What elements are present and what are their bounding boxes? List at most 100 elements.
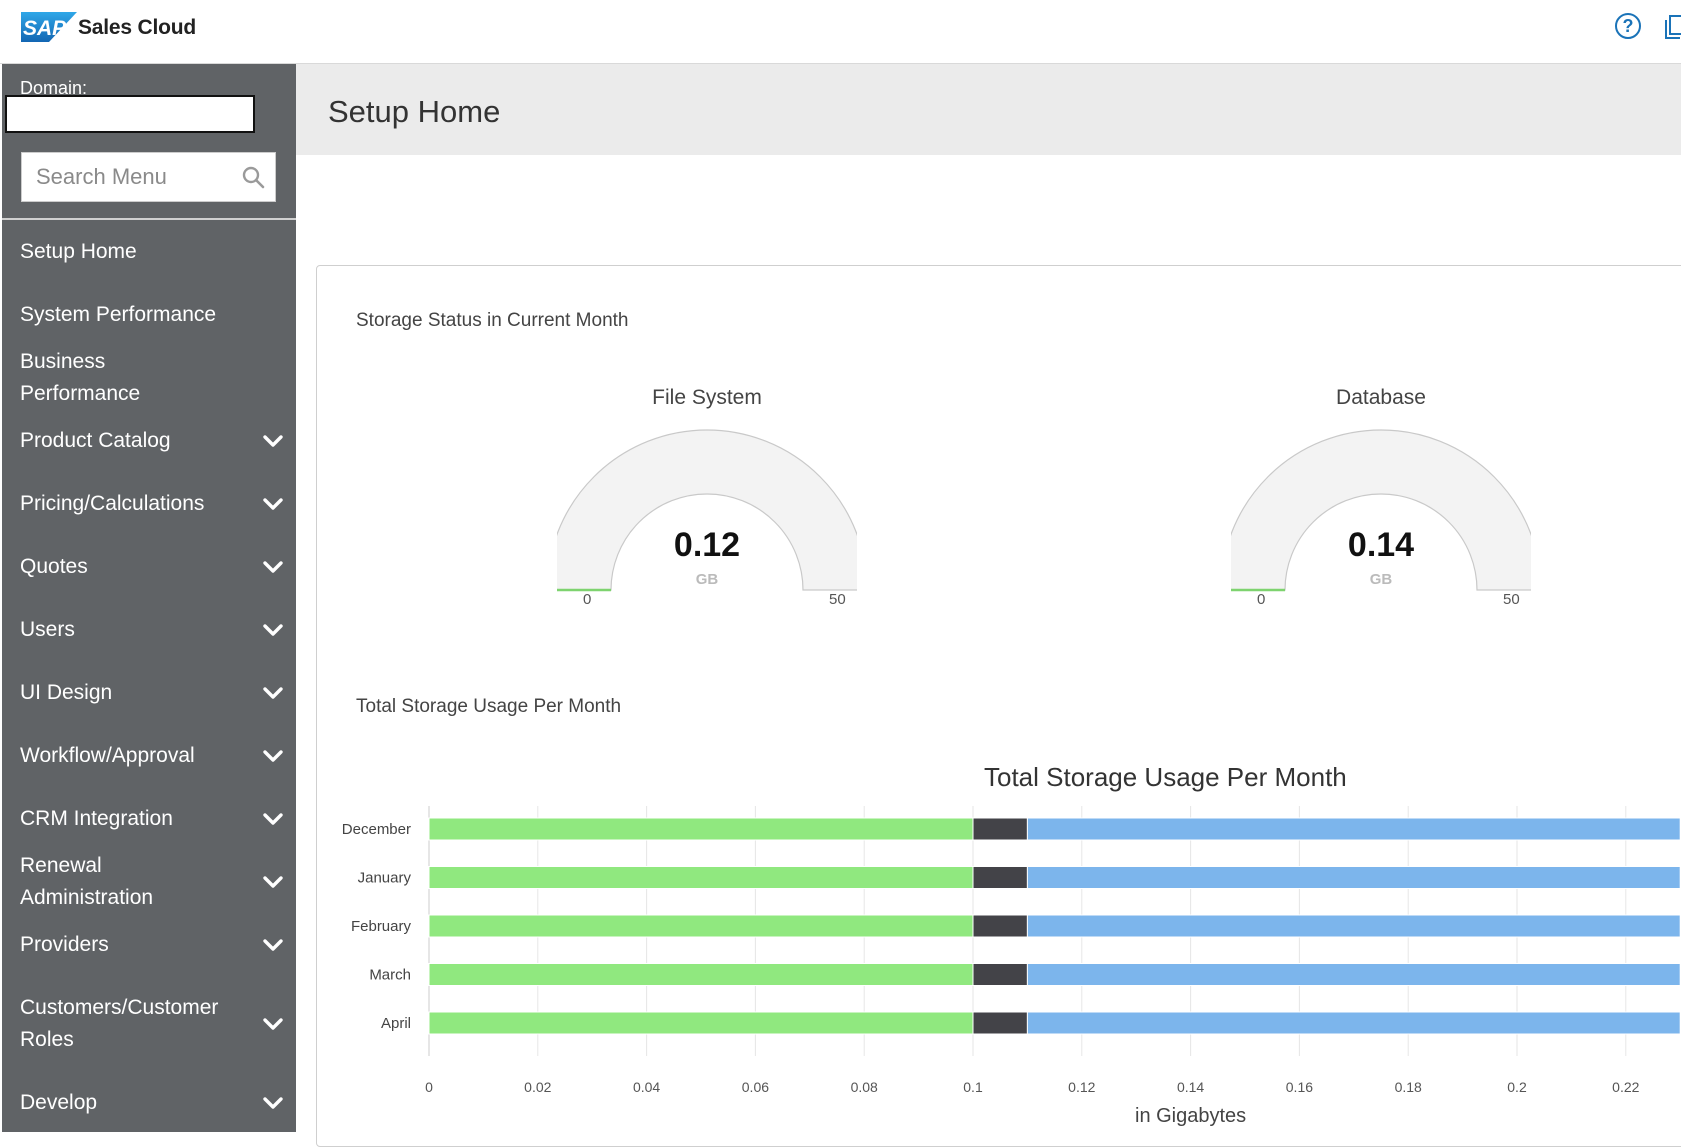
storage-usage-chart: 0 0.02 0.04 0.06 0.08 0.1 0.12 0.14 0.16 0.18 0.2 0… xyxy=(342,806,1681,1127)
category-label: February xyxy=(351,918,412,935)
bar-segment[interactable] xyxy=(1026,866,1681,889)
sidebar-item-ui-design[interactable]: UI Design xyxy=(2,661,296,724)
app-name: Sales Cloud xyxy=(78,16,196,39)
x-tick-label: 0.18 xyxy=(1395,1079,1422,1095)
bar-segment[interactable] xyxy=(972,1011,1028,1035)
sidebar-item-develop[interactable]: Develop xyxy=(2,1071,296,1134)
sidebar-item-label: Renewal Administration xyxy=(20,853,154,909)
chevron-down-icon[interactable] xyxy=(262,686,284,700)
x-tick-label: 0.02 xyxy=(524,1079,551,1095)
copy-icon[interactable] xyxy=(1664,13,1681,41)
sidebar-item-users[interactable]: Users xyxy=(2,598,296,661)
chevron-down-icon[interactable] xyxy=(262,623,284,637)
chevron-down-icon[interactable] xyxy=(262,434,284,448)
x-tick-label: 0.06 xyxy=(742,1079,769,1095)
page-header: Setup Home xyxy=(296,64,1681,155)
bar-segment[interactable] xyxy=(972,914,1028,938)
search-menu[interactable] xyxy=(21,152,276,202)
gauge-value: 0.12 xyxy=(673,526,741,564)
gauge-title: Database xyxy=(1336,386,1426,409)
gauge-database: Database 0.14 GB 0 50 xyxy=(1231,386,1531,616)
sidebar-item-setup-home[interactable]: Setup Home xyxy=(2,220,296,283)
help-icon[interactable]: ? xyxy=(1615,13,1641,39)
sidebar-item-workflow-approval[interactable]: Workflow/Approval xyxy=(2,724,296,787)
x-tick-label: 0.22 xyxy=(1612,1079,1639,1095)
bar-segment[interactable] xyxy=(1026,1011,1681,1035)
x-tick-label: 0.12 xyxy=(1068,1079,1095,1095)
sidebar-menu: Setup Home System Performance Business Per… xyxy=(2,220,296,1134)
sidebar-item-business-performance[interactable]: Business Performance xyxy=(2,346,296,409)
bar-segment[interactable] xyxy=(428,914,974,938)
sidebar: Domain: Setup HomeSystem PerformanceBusi… xyxy=(2,64,296,1132)
chevron-down-icon[interactable] xyxy=(262,749,284,763)
gauge-unit: GB xyxy=(1369,571,1393,588)
search-input[interactable] xyxy=(36,153,236,201)
category-label: March xyxy=(369,967,411,984)
sidebar-item-quotes[interactable]: Quotes xyxy=(2,535,296,598)
sidebar-item-label: Pricing/Calculations xyxy=(20,491,205,515)
sidebar-item-label: Providers xyxy=(20,932,109,956)
search-icon[interactable] xyxy=(241,165,265,189)
x-tick-label: 0.14 xyxy=(1177,1079,1204,1095)
domain-field[interactable] xyxy=(5,95,255,133)
chevron-down-icon[interactable] xyxy=(262,497,284,511)
chevron-down-icon[interactable] xyxy=(262,560,284,574)
sidebar-item-label: Users xyxy=(20,617,75,641)
chart-title: Total Storage Usage Per Month xyxy=(984,762,1347,792)
sidebar-item-label: Business Performance xyxy=(20,349,141,405)
chevron-down-icon[interactable] xyxy=(262,938,284,952)
chevron-down-icon[interactable] xyxy=(262,1017,284,1031)
storage-card: Storage Status in Current Month File Sys… xyxy=(316,265,1681,1147)
x-tick-label: 0.1 xyxy=(963,1079,983,1095)
svg-text:SAP: SAP xyxy=(23,17,67,40)
x-tick-label: 0.16 xyxy=(1286,1079,1313,1095)
bar-segment[interactable] xyxy=(428,1011,974,1035)
bar-segment[interactable] xyxy=(1026,817,1681,841)
bar-segment[interactable] xyxy=(428,963,974,986)
sidebar-item-label: CRM Integration xyxy=(20,806,173,830)
sidebar-item-pricing-calculations[interactable]: Pricing/Calculations xyxy=(2,472,296,535)
sap-logo[interactable]: SAP xyxy=(21,12,77,42)
bar-segment[interactable] xyxy=(1026,963,1681,986)
sidebar-item-customers-customer-roles[interactable]: Customers/Customer Roles xyxy=(2,976,296,1071)
sidebar-item-label: Workflow/Approval xyxy=(20,743,195,767)
gauge-max: 50 xyxy=(829,591,846,608)
sidebar-item-label: Product Catalog xyxy=(20,428,171,452)
sidebar-item-label: Quotes xyxy=(20,554,88,578)
sidebar-item-label: System Performance xyxy=(20,302,217,326)
bar-segment[interactable] xyxy=(972,817,1028,841)
bar-segment[interactable] xyxy=(428,866,974,889)
sidebar-item-label: UI Design xyxy=(20,680,113,704)
chevron-down-icon[interactable] xyxy=(262,812,284,826)
gauge-unit: GB xyxy=(695,571,719,588)
chevron-down-icon[interactable] xyxy=(262,1096,284,1110)
x-tick-label: 0.2 xyxy=(1507,1079,1527,1095)
gauge-value: 0.14 xyxy=(1347,526,1415,564)
sidebar-item-crm-integration[interactable]: CRM Integration xyxy=(2,787,296,850)
top-bar: SAP Sales Cloud ? xyxy=(0,0,1681,64)
bar-segment[interactable] xyxy=(972,963,1028,986)
bar-segment[interactable] xyxy=(1026,914,1681,938)
category-label: December xyxy=(342,821,411,838)
category-label: January xyxy=(358,870,412,887)
sidebar-item-system-performance[interactable]: System Performance xyxy=(2,283,296,346)
gauge-min: 0 xyxy=(1257,591,1266,608)
x-axis-label: in Gigabytes xyxy=(1135,1105,1246,1127)
chevron-down-icon[interactable] xyxy=(262,875,284,889)
gauge-file-system: File System 0.12 GB 0 50 xyxy=(557,386,857,616)
bar-segment[interactable] xyxy=(972,866,1028,889)
bar-segment[interactable] xyxy=(428,817,974,841)
sidebar-item-providers[interactable]: Providers xyxy=(2,913,296,976)
sidebar-item-label: Setup Home xyxy=(20,239,137,263)
storage-status-title: Storage Status in Current Month xyxy=(356,310,629,331)
gauge-title: File System xyxy=(652,386,762,409)
gauge-min: 0 xyxy=(583,591,592,608)
sidebar-item-product-catalog[interactable]: Product Catalog xyxy=(2,409,296,472)
x-tick-label: 0 xyxy=(425,1079,433,1095)
gauge-max: 50 xyxy=(1503,591,1520,608)
x-tick-label: 0.04 xyxy=(633,1079,660,1095)
sidebar-item-renewal-administration[interactable]: Renewal Administration xyxy=(2,850,296,913)
category-label: April xyxy=(381,1015,411,1032)
sidebar-item-label: Customers/Customer Roles xyxy=(20,995,219,1051)
page-title: Setup Home xyxy=(328,94,501,129)
